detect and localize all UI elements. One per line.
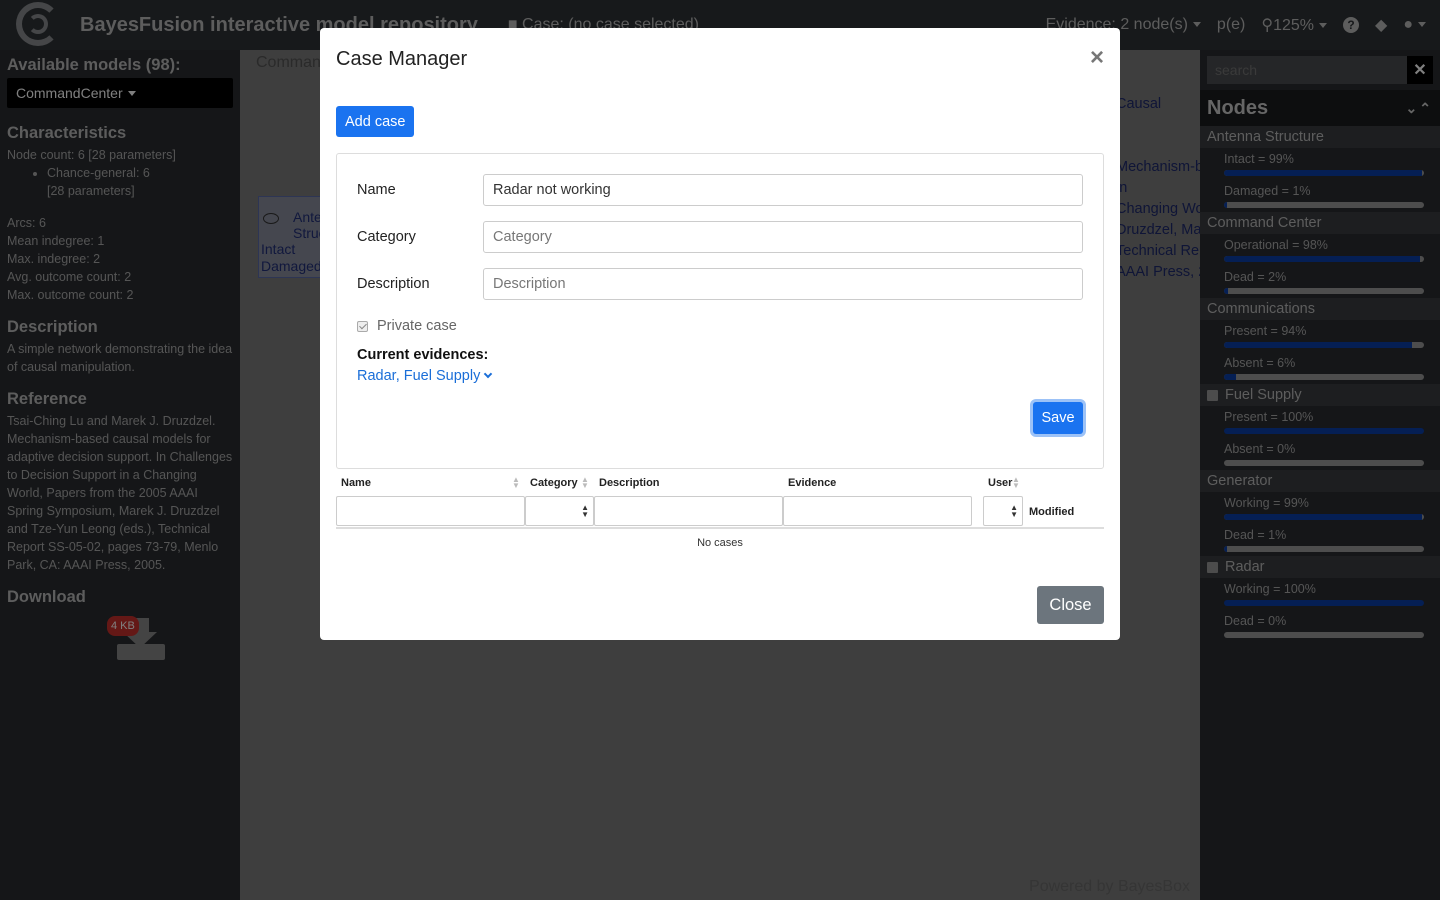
case-manager-modal: Case Manager × Add case Name Radar not w… bbox=[320, 28, 1120, 640]
private-case-label: Private case bbox=[377, 318, 457, 334]
name-filter-input[interactable] bbox=[336, 496, 525, 526]
description-filter-input[interactable] bbox=[594, 496, 783, 526]
current-evidences-dropdown[interactable]: Radar, Fuel Supply bbox=[357, 368, 493, 384]
user-filter-select[interactable]: ▲ ▼ bbox=[983, 496, 1023, 526]
no-cases-text: No cases bbox=[336, 527, 1104, 555]
name-label: Name bbox=[357, 182, 396, 198]
select-arrows-icon: ▲ ▼ bbox=[581, 503, 589, 519]
current-evidences-value: Radar, Fuel Supply bbox=[357, 368, 481, 384]
cases-table: Name ▲ ▼ Category ▲ ▼ Description Evidence… bbox=[336, 471, 1104, 555]
checkbox-icon bbox=[357, 320, 368, 332]
case-name-input[interactable]: Radar not working bbox=[483, 174, 1083, 206]
sort-icon[interactable]: ▲ ▼ bbox=[581, 476, 589, 490]
close-button[interactable]: Close bbox=[1037, 586, 1104, 624]
private-case-checkbox[interactable]: Private case bbox=[357, 318, 457, 334]
column-header-user[interactable]: User bbox=[988, 477, 1012, 489]
category-input[interactable]: Category bbox=[483, 221, 1083, 253]
select-arrows-icon: ▲ ▼ bbox=[1010, 503, 1018, 519]
case-form: Name Radar not working Category Category… bbox=[336, 153, 1104, 469]
column-header-modified[interactable]: Modified bbox=[1029, 506, 1074, 518]
column-header-category[interactable]: Category bbox=[530, 477, 578, 489]
current-evidences-label: Current evidences: bbox=[357, 347, 489, 363]
modal-title: Case Manager bbox=[336, 48, 468, 70]
evidence-filter-input[interactable] bbox=[783, 496, 972, 526]
close-icon[interactable]: × bbox=[1090, 46, 1104, 70]
column-header-description[interactable]: Description bbox=[599, 477, 660, 489]
sort-icon[interactable]: ▲ ▼ bbox=[1012, 476, 1020, 490]
description-label: Description bbox=[357, 276, 430, 292]
description-input[interactable]: Description bbox=[483, 268, 1083, 300]
sort-icon[interactable]: ▲ ▼ bbox=[512, 476, 520, 490]
column-header-name[interactable]: Name bbox=[341, 477, 371, 489]
chevron-down-icon bbox=[484, 369, 493, 379]
category-label: Category bbox=[357, 229, 416, 245]
save-button[interactable]: Save bbox=[1033, 402, 1083, 434]
add-case-button[interactable]: Add case bbox=[336, 106, 415, 137]
category-filter-select[interactable]: ▲ ▼ bbox=[525, 496, 594, 526]
column-header-evidence[interactable]: Evidence bbox=[788, 477, 836, 489]
